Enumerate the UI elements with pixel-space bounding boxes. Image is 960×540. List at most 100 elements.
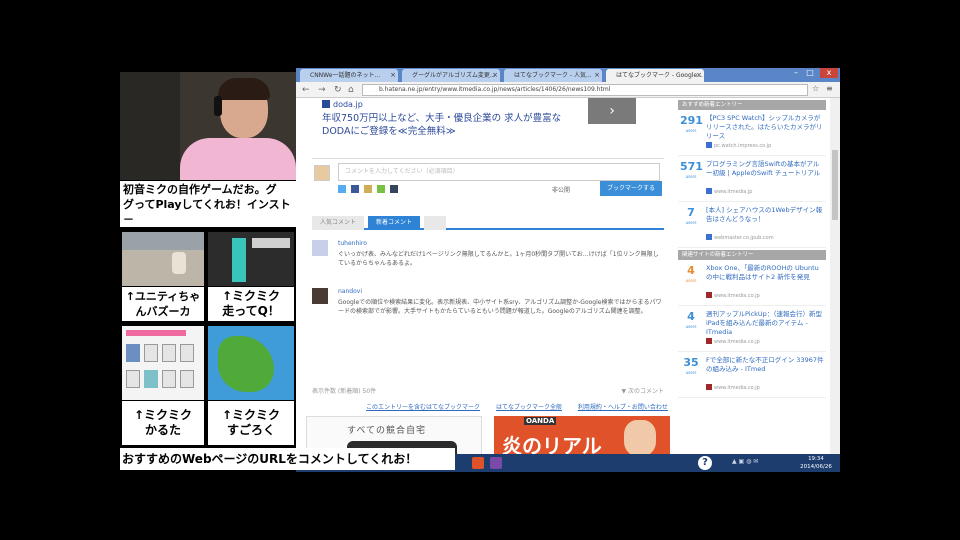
comment-user[interactable]: tuhenhiro [338,240,367,247]
bookmark-button[interactable]: ブックマークする [600,181,662,196]
entry-title[interactable]: プログラミング言語Swiftの基本がアルー初級 | AppleのSwift チュ… [706,160,824,178]
ad-text[interactable]: 年収750万円以上など、大手・優良企業の 求人が豊富なDODAにご登録を≪完全無… [322,112,572,138]
system-tray: ▲ ▣ ◍ ✉ [732,458,759,465]
tab-close-icon[interactable]: × [492,69,498,82]
thumb-miku-karuta [122,326,204,400]
twitter-icon[interactable] [338,185,346,193]
ad-brand-text: doda.jp [333,100,363,109]
close-window-button[interactable]: x [820,68,838,78]
headset-icon [214,96,222,116]
browser-tab-1[interactable]: CNNWe一話題のネット... × [300,69,398,82]
favicon-icon [706,338,712,344]
home-icon[interactable]: ⌂ [348,84,354,96]
comment-count: 表示件数 (新着順) 50件 [312,388,377,395]
more-comments-link[interactable]: ▼ 次のコメント [621,386,664,395]
comment-user[interactable]: nandovi [338,288,362,295]
webcam-shirt [180,138,296,180]
entry-title[interactable]: [本人] シェアハウスの1Webデザイン報告はさんどうなっ！ [706,206,824,224]
back-icon[interactable]: ← [302,84,310,96]
entry-source-text: www.itmedia.jp [714,189,753,195]
menu-icon[interactable]: ≡ [826,84,833,93]
thumb-label-karuta: ↑ミクミク かるた [122,401,204,445]
browser-tab-2[interactable]: グーグルがアルゴリズム変更... × [402,69,500,82]
footer-link[interactable]: 利用規約・ヘルプ・お問い合わせ [578,404,668,411]
users-label: users [685,370,697,375]
tab-close-icon[interactable]: × [390,69,396,82]
comment-input[interactable]: コメントを入力してください（必須項目） [338,163,660,181]
users-label: users [685,128,697,133]
tumblr-icon[interactable] [389,185,398,193]
help-icon[interactable]: ? [698,456,712,470]
thumb-label-sugoroku: ↑ミクミク すごろく [208,401,294,445]
sidebar-entry[interactable]: 4 users 週刊アップルPickUp：（速報会行）新型iPadを組み込んだ最… [678,308,826,352]
bookmark-count: 4 [687,264,695,277]
sidebar-entry[interactable]: 4 users Xbox One、「最新のROOHの Ubuntuの中に戦利品は… [678,262,826,306]
forward-icon[interactable]: → [318,84,326,96]
thumb-label-miku-run: ↑ミクミク 走ってQ！ [208,287,294,321]
sidebar-entry[interactable]: 571 users プログラミング言語Swiftの基本がアルー初級 | Appl… [678,158,826,202]
private-checkbox[interactable]: 非公開 [552,185,570,194]
avatar [312,288,328,304]
ad-arrow-button[interactable]: › [588,98,636,124]
minimize-icon[interactable]: – [790,68,802,78]
reload-icon[interactable]: ↻ [334,84,342,96]
browser-window: CNNWe一話題のネット... × グーグルがアルゴリズム変更... × はてなブッ… [296,68,840,472]
tab-popular-comments[interactable]: 人気コメント [312,216,364,230]
taskbar-app-icon[interactable] [472,457,484,469]
scrollbar[interactable] [830,98,840,454]
page-content: doda.jp 年収750万円以上など、大手・優良企業の 求人が豊富なDODAに… [296,98,840,454]
footer-link[interactable]: はてなブックマーク全般 [496,404,562,411]
comment-tabs: 人気コメント 新着コメント [312,216,664,230]
entry-title[interactable]: 【PC3 SPC Watch】シップルカメラがリリースされた。はたらいたカメラが… [706,114,824,141]
stream-overlay-panel: 初音ミクの自作ゲームだお。グ グってPlayしてくれお！インスト－ ルやユーザ登… [120,68,296,472]
entry-title[interactable]: 週刊アップルPickUp：（速報会行）新型iPadを組み込んだ最新のアイテム -… [706,310,824,337]
tab-close-icon[interactable]: × [696,69,702,82]
entry-source: www.itmedia.jp [706,188,752,195]
facebook-icon[interactable] [350,185,359,193]
sidebar-heading: おすすめ新着エントリー [678,100,826,110]
webcam-hair [218,78,270,100]
tab-new-comments[interactable]: 新着コメント [368,216,420,230]
entry-source-text: webmaster.co.jpub.com [714,235,774,241]
users-label: users [685,278,697,283]
evernote-icon[interactable] [376,185,385,193]
sidebar-entry[interactable]: 7 users [本人] シェアハウスの1Webデザイン報告はさんどうなっ！ w… [678,204,826,248]
webcam-background [120,72,180,180]
ad-brand: doda.jp [322,100,363,109]
webcam-feed [120,72,296,180]
banner-ad-oanda[interactable]: OANDA 炎のリアル [494,416,670,454]
clock-time: 19:34 [808,456,824,462]
browser-tab-4-active[interactable]: はてなブックマーク - Google... × [606,69,704,82]
users-label: users [685,220,697,225]
mixi-icon[interactable] [363,185,372,193]
maximize-icon[interactable]: □ [804,68,816,78]
bookmark-count: 571 [680,160,703,173]
footer-link[interactable]: このエントリーを含むはてなブックマーク [366,404,480,411]
sidebar-entry[interactable]: 291 users 【PC3 SPC Watch】シップルカメラがリリースされた… [678,112,826,156]
bookmark-count: 291 [680,114,703,127]
bookmark-count: 35 [683,356,699,369]
entry-source: www.itmedia.co.jp [706,338,760,345]
browser-tab-3[interactable]: はてなブックマーク - 人気... × [504,69,602,82]
tab-other[interactable] [424,216,446,230]
entry-title[interactable]: Xbox One、「最新のROOHの Ubuntuの中に戦利品はサイト2 新作を… [706,264,824,282]
star-icon[interactable]: ☆ [812,84,819,93]
tab-label: はてなブックマーク - Google... [616,72,703,79]
scrollbar-thumb[interactable] [832,150,838,220]
bookmark-count: 4 [687,310,695,323]
footer-links: このエントリーを含むはてなブックマーク はてなブックマーク全般 利用規約・ヘルプ… [366,402,668,411]
entry-source-text: www.itmedia.co.jp [714,339,760,345]
share-options [338,185,401,194]
taskbar-clock[interactable]: 19:34 2014/06/26 [794,455,838,471]
favicon-icon [706,234,712,240]
doda-ad[interactable]: doda.jp 年収750万円以上など、大手・優良企業の 求人が豊富なDODAに… [296,98,664,158]
entry-source: pc.watch.impress.co.jp [706,142,771,149]
entry-source: www.itmedia.co.jp [706,292,760,299]
tab-label: はてなブックマーク - 人気... [514,72,592,79]
sidebar-entry[interactable]: 35 users Fで全部に新たな不正ログイン 33967件の組み込み - IT… [678,354,826,398]
tab-close-icon[interactable]: × [594,69,600,82]
address-bar[interactable]: b.hatena.ne.jp/entry/www.itmedia.co.jp/n… [362,84,808,96]
taskbar-app-icon[interactable] [490,457,502,469]
sidebar-heading: 関連サイトの新着エントリー [678,250,826,260]
entry-title[interactable]: Fで全部に新たな不正ログイン 33967件の組み込み - ITmed [706,356,824,374]
